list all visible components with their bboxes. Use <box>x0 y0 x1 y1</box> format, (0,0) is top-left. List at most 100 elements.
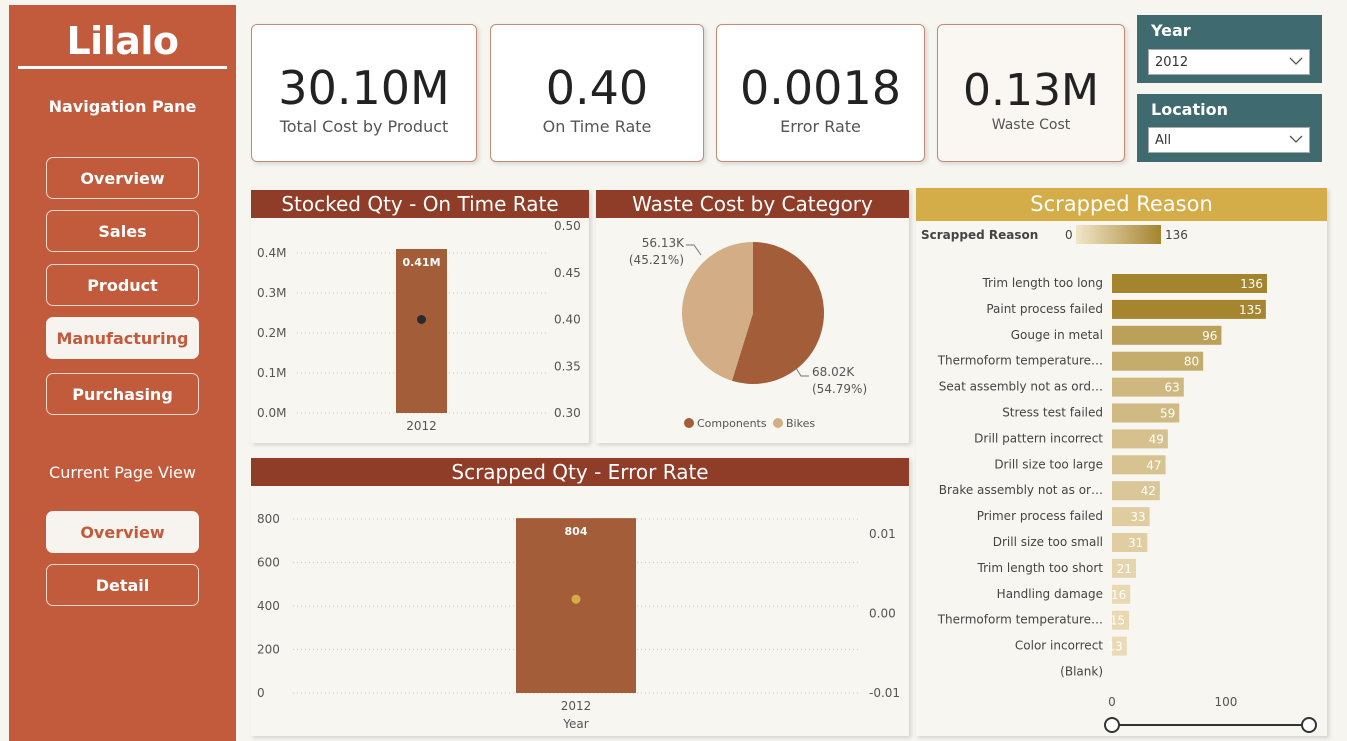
current-page-view-title: Current Page View <box>49 463 196 482</box>
bar-data-label: 804 <box>565 525 588 538</box>
legend-marker <box>773 418 783 428</box>
left-tick-label: 400 <box>257 599 280 613</box>
scrapped-qty-panel: Scrapped Qty - Error Rate 0 200 400 600 800-… <box>251 458 909 736</box>
nav-button-purchasing[interactable]: Purchasing <box>46 373 199 415</box>
reason-value-label: 33 <box>1130 510 1145 524</box>
right-tick-label: 0.50 <box>554 219 581 233</box>
legend-title: Scrapped Reason <box>921 228 1038 242</box>
reason-label: Drill size too large <box>994 457 1103 471</box>
nav-button-manufacturing[interactable]: Manufacturing <box>46 317 199 359</box>
year-dropdown-value: 2012 <box>1155 55 1189 70</box>
scrapped-qty-chart[interactable]: 0 200 400 600 800 -0.01 0.00 0.01 804 2012 Year <box>251 458 909 736</box>
navigation-sidebar: Lilalo Navigation Pane Overview Sales Pr… <box>9 5 236 741</box>
kpi-value: 0.0018 <box>740 61 901 115</box>
reason-label: Thermoform temperature… <box>937 613 1103 627</box>
reason-value-label: 21 <box>1117 562 1132 576</box>
reason-value-label: 16 <box>1111 588 1126 602</box>
reason-label: Primer process failed <box>977 509 1103 523</box>
right-tick-label: 0.30 <box>554 406 581 420</box>
kpi-value: 0.40 <box>545 61 649 115</box>
reason-label: Thermoform temperature… <box>937 354 1103 368</box>
nav-button-sales[interactable]: Sales <box>46 210 199 252</box>
kpi-card-waste-cost: 0.13M Waste Cost <box>937 24 1125 162</box>
reason-value-label: 63 <box>1165 381 1180 395</box>
kpi-card-error-rate: 0.0018 Error Rate <box>716 24 925 162</box>
waste-cost-panel: Waste Cost by Category 68.02K (54.79%) 56.… <box>596 190 909 443</box>
location-dropdown[interactable]: All <box>1148 127 1310 153</box>
left-tick-label: 0.2M <box>257 326 286 340</box>
kpi-value: 30.10M <box>278 61 450 115</box>
reason-label: Trim length too short <box>977 561 1104 575</box>
x-tick-label: 100 <box>1215 695 1238 709</box>
year-slicer: Year 2012 <box>1137 15 1322 83</box>
scrapped-reason-chart[interactable]: Scrapped Reason 0 136 Trim length too long 1… <box>916 188 1327 736</box>
range-slider-handle-max[interactable] <box>1301 717 1317 733</box>
reason-label: Trim length too long <box>981 276 1103 290</box>
stocked-qty-panel: Stocked Qty - On Time Rate 0.0M 0.1M 0.2M 0… <box>251 190 589 443</box>
x-axis-title: Year <box>562 717 588 731</box>
category-label: 2012 <box>561 699 592 713</box>
left-tick-label: 0.4M <box>257 246 286 260</box>
slice-value-label: 56.13K <box>642 236 685 250</box>
reason-value-label: 49 <box>1149 432 1164 446</box>
reason-value-label: 80 <box>1184 355 1199 369</box>
reason-label: Brake assembly not as or… <box>939 483 1103 497</box>
reason-label: Paint process failed <box>986 302 1103 316</box>
bar-data-label: 0.41M <box>402 256 440 269</box>
legend-gradient-bar <box>1076 225 1161 244</box>
right-tick-label: 0.40 <box>554 313 581 327</box>
chevron-down-icon <box>1289 57 1303 65</box>
category-label: 2012 <box>406 419 437 433</box>
x-tick-label: 0 <box>1108 695 1116 709</box>
right-tick-label: -0.01 <box>869 686 900 700</box>
page-button-detail[interactable]: Detail <box>46 564 199 606</box>
brand-logo: Lilalo <box>66 19 179 63</box>
right-tick-label: 0.45 <box>554 266 581 280</box>
slice-value-label: 68.02K <box>812 365 855 379</box>
reason-value-label: 31 <box>1128 536 1143 550</box>
kpi-card-total-cost: 30.10M Total Cost by Product <box>251 24 477 162</box>
nav-button-overview[interactable]: Overview <box>46 157 199 199</box>
reason-value-label: 15 <box>1110 614 1125 628</box>
kpi-label: Waste Cost <box>991 117 1071 133</box>
nav-pane-title: Navigation Pane <box>48 97 197 116</box>
reason-value-label: 96 <box>1202 329 1217 343</box>
year-dropdown[interactable]: 2012 <box>1148 49 1310 75</box>
reason-label: Handling damage <box>997 587 1103 601</box>
on-time-rate-point <box>417 315 426 324</box>
page-button-overview[interactable]: Overview <box>46 511 199 553</box>
location-slicer-title: Location <box>1151 100 1228 119</box>
kpi-label: Total Cost by Product <box>279 117 449 136</box>
reason-label: Seat assembly not as ord… <box>939 380 1103 394</box>
right-tick-label: 0.00 <box>869 607 896 621</box>
left-tick-label: 0 <box>257 686 265 700</box>
reason-value-label: 136 <box>1240 277 1263 291</box>
scrapped-qty-bar <box>516 518 636 693</box>
range-slider-handle-min[interactable] <box>1104 717 1120 733</box>
stocked-qty-chart[interactable]: 0.0M 0.1M 0.2M 0.3M 0.4M 0.30 0.35 0.40 0.45 0.50… <box>251 190 589 443</box>
legend-max: 136 <box>1165 228 1188 242</box>
left-tick-label: 200 <box>257 643 280 657</box>
label-leader <box>686 244 702 256</box>
slice-pct-label: (45.21%) <box>629 253 684 267</box>
location-slicer: Location All <box>1137 94 1322 162</box>
reason-label: Stress test failed <box>1002 406 1103 420</box>
reason-value-label: 59 <box>1160 407 1175 421</box>
right-tick-label: 0.35 <box>554 359 581 373</box>
error-rate-point <box>571 594 581 604</box>
reason-label: Color incorrect <box>1015 639 1103 653</box>
kpi-label: On Time Rate <box>542 117 652 136</box>
kpi-value: 0.13M <box>963 65 1099 116</box>
reason-value-label: 13 <box>1108 640 1123 654</box>
brand-underline <box>18 66 227 69</box>
reason-label: Drill size too small <box>993 535 1103 549</box>
legend-marker <box>684 418 694 428</box>
waste-cost-chart[interactable]: 68.02K (54.79%) 56.13K (45.21%) Components Bi… <box>596 190 909 443</box>
kpi-card-on-time-rate: 0.40 On Time Rate <box>490 24 704 162</box>
right-tick-label: 0.01 <box>869 527 896 541</box>
nav-button-product[interactable]: Product <box>46 264 199 306</box>
legend-label: Components <box>697 417 767 430</box>
reason-value-label: 135 <box>1239 303 1262 317</box>
label-leader <box>795 367 809 377</box>
reason-label: (Blank) <box>1060 665 1103 679</box>
